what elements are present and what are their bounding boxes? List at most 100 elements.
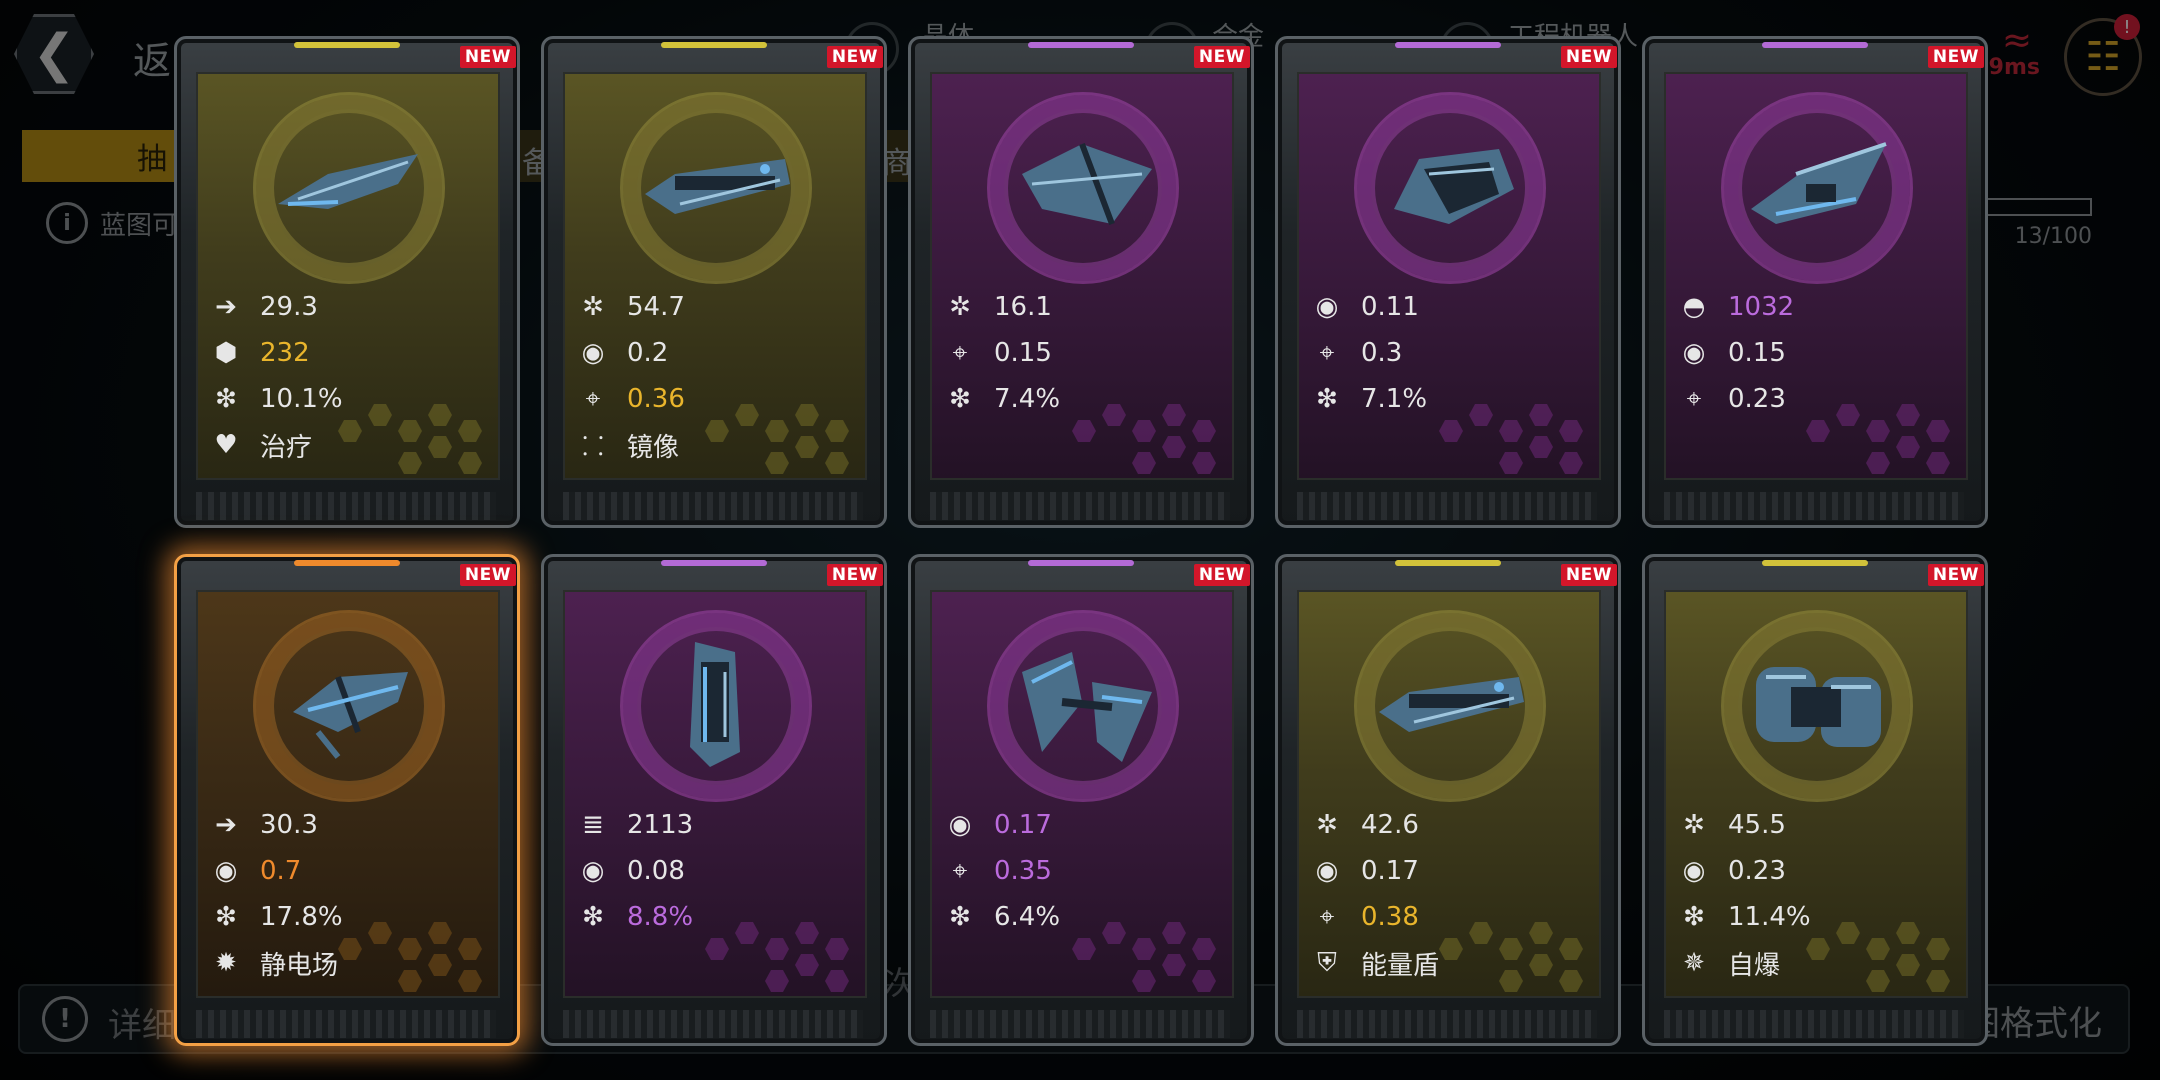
hex-pattern [1499, 452, 1523, 474]
radial-icon: ◉ [214, 856, 238, 886]
dome-icon: ◓ [1682, 292, 1706, 322]
crosshair-icon: ⌖ [585, 383, 601, 414]
card-footer [196, 492, 496, 520]
card-stat-row: ◉ 0.11 [1311, 284, 1591, 330]
crosshair-icon: ⌖ [1319, 901, 1335, 932]
rarity-bar [1395, 560, 1501, 566]
hex-pattern [1192, 938, 1216, 960]
card-footer [1297, 492, 1597, 520]
hex-pattern [765, 938, 789, 960]
volley-icon: ✲ [949, 292, 971, 322]
rarity-bar [1395, 42, 1501, 48]
card-stat-row: ≣ 2113 [577, 802, 857, 848]
new-badge: NEW [1560, 564, 1617, 586]
hex-pattern [1192, 970, 1216, 992]
card-panel: ◉ 0.17 ⌖ 0.35 ❇ 6.4% [930, 590, 1234, 998]
rarity-bar [661, 560, 767, 566]
blueprint-card[interactable]: NEW ✲ 16.1 ⌖ 0.15 ❇ 7.4% [908, 36, 1254, 528]
blueprint-card[interactable]: NEW ➔ 29.3 ⬢ 232 ❇ 10.1% ♥ 治疗 [174, 36, 520, 528]
crosshair-icon: ⌖ [952, 855, 968, 886]
card-stat-row: ⛨ 能量盾 [1311, 940, 1591, 986]
card-stat-value: 0.36 [627, 384, 685, 414]
card-stat-value: 0.15 [1728, 338, 1786, 368]
shield-icon: ⛨ [1317, 947, 1337, 978]
card-stat-value: 17.8% [260, 902, 343, 932]
card-stats: ≣ 2113 ◉ 0.08 ❇ 8.8% [577, 802, 857, 940]
hex-pattern [1132, 452, 1156, 474]
explode-icon: ✵ [1683, 948, 1705, 978]
card-stat-value: 45.5 [1728, 810, 1786, 840]
card-stat-value: 0.15 [994, 338, 1052, 368]
card-stats: ✲ 54.7 ◉ 0.2 ⌖ 0.36 ⸬ 镜像 [577, 284, 857, 468]
radial-icon: ◉ [1315, 292, 1339, 322]
radial-icon: ◉ [581, 338, 605, 368]
card-stat-row: ♥ 治疗 [210, 422, 490, 468]
heart-icon: ♥ [214, 430, 238, 460]
card-stat-row: ❇ 10.1% [210, 376, 490, 422]
rarity-bar [294, 560, 400, 566]
missile-icon: ❇ [215, 902, 237, 932]
radial-icon: ◉ [1315, 856, 1339, 886]
hex-pattern [1559, 420, 1583, 442]
card-stat-row: ◉ 0.08 [577, 848, 857, 894]
radial-icon: ◉ [1682, 338, 1706, 368]
card-panel: ➔ 29.3 ⬢ 232 ❇ 10.1% ♥ 治疗 [196, 72, 500, 480]
new-badge: NEW [459, 46, 516, 68]
card-stat-value: 镜像 [627, 432, 680, 463]
card-stat-value: 0.7 [260, 856, 302, 886]
blueprint-card[interactable]: NEW ≣ 2113 ◉ 0.08 ❇ 8.8% [541, 554, 887, 1046]
blueprint-card[interactable]: NEW ◓ 1032 ◉ 0.15 ⌖ 0.23 [1642, 36, 1988, 528]
card-footer [1297, 1010, 1597, 1038]
blueprint-card[interactable]: NEW ✲ 45.5 ◉ 0.23 ❇ 11.4% ✵ 自爆 [1642, 554, 1988, 1046]
blueprint-card[interactable]: NEW ✲ 42.6 ◉ 0.17 ⌖ 0.38 ⛨ 能量盾 [1275, 554, 1621, 1046]
card-stat-row: ❇ 6.4% [944, 894, 1224, 940]
new-badge: NEW [1560, 46, 1617, 68]
hex-pattern [795, 954, 819, 976]
hex-pattern [1132, 970, 1156, 992]
rarity-bar [1028, 560, 1134, 566]
card-stat-value: 10.1% [260, 384, 343, 414]
rarity-bar [1762, 42, 1868, 48]
card-stat-row: ⌖ 0.35 [944, 848, 1224, 894]
card-footer [563, 492, 863, 520]
new-badge: NEW [459, 564, 516, 586]
radial-icon: ◉ [948, 810, 972, 840]
hex-pattern [1162, 436, 1186, 458]
card-stat-value: 0.08 [627, 856, 685, 886]
rarity-bar [294, 42, 400, 48]
card-footer [930, 1010, 1230, 1038]
card-stats: ➔ 30.3 ◉ 0.7 ❇ 17.8% ✹ 静电场 [210, 802, 490, 986]
blueprint-card[interactable]: NEW ➔ 30.3 ◉ 0.7 ❇ 17.8% ✹ 静电场 [174, 554, 520, 1046]
card-stat-value: 16.1 [994, 292, 1052, 322]
card-panel: ✲ 54.7 ◉ 0.2 ⌖ 0.36 ⸬ 镜像 [563, 72, 867, 480]
arrow-icon: ➔ [215, 810, 237, 840]
arrow-icon: ➔ [215, 292, 237, 322]
card-stat-value: 治疗 [260, 432, 313, 463]
missile-icon: ❇ [949, 902, 971, 932]
card-stat-value: 0.17 [1361, 856, 1419, 886]
card-stat-row: ✲ 54.7 [577, 284, 857, 330]
hex-pattern [825, 970, 849, 992]
hex-pattern [1072, 420, 1096, 442]
card-stats: ◓ 1032 ◉ 0.15 ⌖ 0.23 [1678, 284, 1958, 422]
blueprint-card[interactable]: NEW ◉ 0.11 ⌖ 0.3 ❇ 7.1% [1275, 36, 1621, 528]
card-stat-row: ⌖ 0.15 [944, 330, 1224, 376]
radial-icon: ◉ [1682, 856, 1706, 886]
card-stat-row: ✵ 自爆 [1678, 940, 1958, 986]
volley-icon: ✲ [1316, 810, 1338, 840]
card-stat-row: ◉ 0.23 [1678, 848, 1958, 894]
card-stat-row: ◉ 0.17 [944, 802, 1224, 848]
card-stat-value: 能量盾 [1361, 950, 1440, 981]
card-stats: ✲ 45.5 ◉ 0.23 ❇ 11.4% ✵ 自爆 [1678, 802, 1958, 986]
card-panel: ✲ 16.1 ⌖ 0.15 ❇ 7.4% [930, 72, 1234, 480]
card-stat-row: ⸬ 镜像 [577, 422, 857, 468]
rarity-bar [1028, 42, 1134, 48]
card-stat-value: 0.38 [1361, 902, 1419, 932]
radial-icon: ◉ [581, 856, 605, 886]
card-stat-value: 0.23 [1728, 856, 1786, 886]
blueprint-card[interactable]: NEW ✲ 54.7 ◉ 0.2 ⌖ 0.36 ⸬ 镜像 [541, 36, 887, 528]
new-badge: NEW [826, 564, 883, 586]
hex-pattern [1132, 938, 1156, 960]
missile-icon: ❇ [949, 384, 971, 414]
blueprint-card[interactable]: NEW ◉ 0.17 ⌖ 0.35 ❇ 6.4% [908, 554, 1254, 1046]
